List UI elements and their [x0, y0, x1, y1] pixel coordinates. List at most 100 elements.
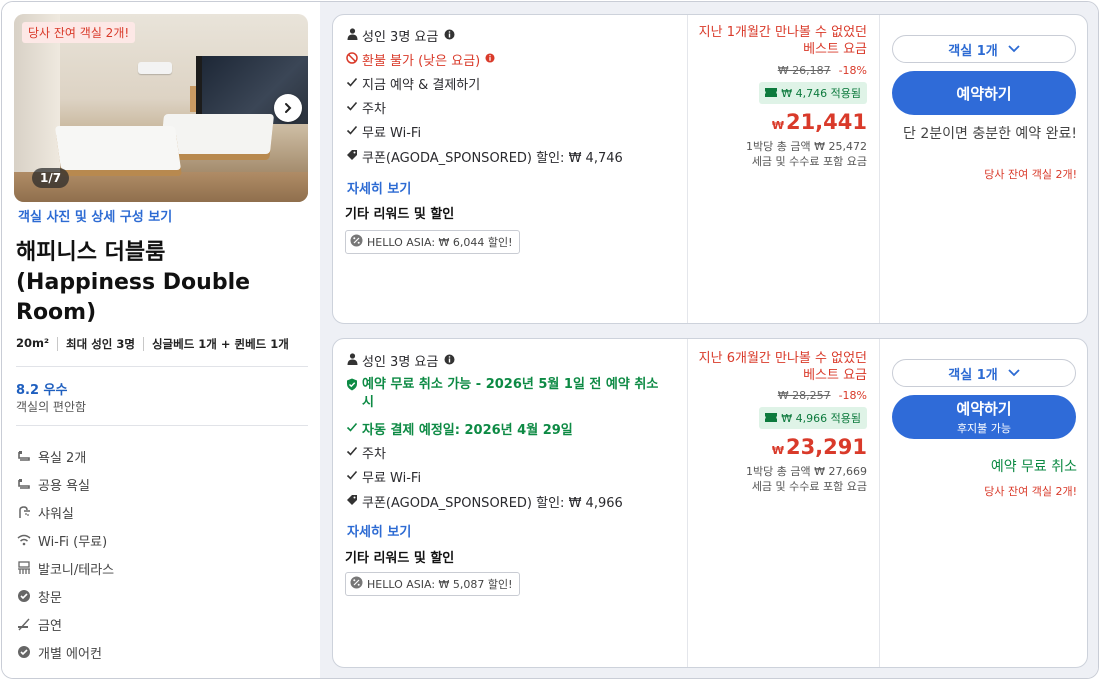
- amenity-item: 금연: [16, 610, 114, 638]
- strikethrough-price: ₩ 26,187: [777, 64, 831, 77]
- room-info-panel: 당사 잔여 객실 2개! 1/7 객실 사진 및 상세 구성 보기 해피니스 더…: [2, 2, 320, 678]
- room-specs: 20m² 최대 성인 3명 싱글베드 1개 + 퀸베드 1개: [16, 336, 312, 352]
- original-price: ₩ 28,257 -18%: [778, 389, 867, 402]
- check-icon: [345, 122, 359, 138]
- tax-note: 세금 및 수수료 포함 요금: [751, 480, 867, 493]
- amenity-item: 샤워실: [16, 498, 114, 526]
- amenity-item: Wi-Fi (무료): [16, 526, 114, 554]
- divider: [16, 366, 308, 367]
- discount-percent: -18%: [838, 64, 867, 77]
- discount-percent: -18%: [838, 389, 867, 402]
- offer-price-column: 지난 6개월간 만나볼 수 없었던 베스트 요금 ₩ 28,257 -18% ₩…: [687, 339, 879, 667]
- amenity-item: 개별 에어컨: [16, 638, 114, 666]
- offer-benefits: 성인 3명 요금 예약 무료 취소 가능 - 2026년 5월 1일 전 예약 …: [333, 339, 687, 667]
- check-icon: [345, 74, 359, 90]
- ban-icon: [345, 50, 359, 66]
- amenity-item: 발코니/테라스: [16, 554, 114, 582]
- best-price-label: 지난 6개월간 만나볼 수 없었던 베스트 요금: [698, 351, 867, 383]
- tag-icon: [345, 492, 359, 508]
- tag-icon: [345, 147, 359, 163]
- benefit-item: 주차: [345, 443, 386, 462]
- coupon-applied-badge: ₩ 4,746 적용됨: [759, 82, 867, 104]
- offer-benefits: 성인 3명 요금 환불 불가 (낮은 요금) 지금 예약 & 결제하기 주차 무…: [333, 15, 687, 323]
- final-price: ₩ 21,441: [771, 110, 867, 134]
- see-details-link[interactable]: 자세히 보기: [347, 521, 411, 540]
- discount-badge-icon: [350, 576, 363, 592]
- check-icon: [345, 443, 359, 459]
- remaining-rooms: 당사 잔여 객실 2개!: [984, 168, 1077, 181]
- price-info: 1박당 총 금액 ₩ 25,472 세금 및 수수료 포함 요금: [746, 139, 867, 169]
- other-rewards-title: 기타 리워드 및 할인: [345, 551, 455, 566]
- chevron-right-icon: [285, 103, 292, 113]
- check-icon: [345, 467, 359, 483]
- offer-booking-column: 객실 1개 예약하기 후지불 가능 예약 무료 취소 당사 잔여 객실 2개!: [879, 339, 1087, 667]
- see-details-link[interactable]: 자세히 보기: [347, 178, 411, 197]
- best-price-label: 지난 1개월간 만나볼 수 없었던 베스트 요금: [698, 25, 867, 57]
- offer-price-column: 지난 1개월간 만나볼 수 없었던 베스트 요금 ₩ 26,187 -18% ₩…: [687, 15, 879, 323]
- room-score-label: 객실의 편안함: [16, 400, 87, 414]
- coupon-line: 쿠폰(AGODA_SPONSORED) 할인: ₩ 4,966: [345, 492, 623, 511]
- quick-booking-note: 단 2분이면 충분한 예약 완료!: [903, 126, 1077, 142]
- amenity-item: 창문: [16, 582, 114, 610]
- check-icon: [345, 98, 359, 114]
- room-photos-link[interactable]: 객실 사진 및 상세 구성 보기: [18, 206, 172, 225]
- shield-check-icon: [345, 376, 359, 392]
- book-button[interactable]: 예약하기: [892, 71, 1076, 115]
- refund-policy: 환불 불가 (낮은 요금): [345, 50, 500, 69]
- next-photo-button[interactable]: [274, 94, 302, 122]
- bath-icon: [16, 448, 32, 464]
- total-per-night: 1박당 총 금액 ₩ 25,472: [746, 140, 867, 153]
- amenity-list: 욕실 2개 공용 욕실 샤워실 Wi-Fi (무료) 발코니/테라스 창문 금연…: [16, 442, 114, 666]
- benefit-item: 무료 Wi-Fi: [345, 122, 421, 141]
- benefit-item: 무료 Wi-Fi: [345, 467, 421, 486]
- urgency-badge: 당사 잔여 객실 2개!: [22, 22, 136, 43]
- autopay-date: 자동 결제 예정일: 2026년 4월 29일: [345, 419, 573, 438]
- check-circle-icon: [16, 644, 32, 660]
- amenity-item: 욕실 2개: [16, 442, 114, 470]
- info-icon[interactable]: [442, 351, 456, 367]
- info-icon[interactable]: [442, 26, 456, 42]
- book-button[interactable]: 예약하기 후지불 가능: [892, 395, 1076, 439]
- original-price: ₩ 26,187 -18%: [778, 64, 867, 77]
- balcony-icon: [16, 560, 32, 576]
- benefit-item: 주차: [345, 98, 386, 117]
- divider: [16, 425, 308, 426]
- person-icon: [345, 26, 359, 42]
- ticket-icon: [765, 412, 778, 425]
- discount-badge-icon: [350, 234, 363, 250]
- check-circle-icon: [16, 588, 32, 604]
- coupon-line: 쿠폰(AGODA_SPONSORED) 할인: ₩ 4,746: [345, 147, 623, 166]
- total-per-night: 1박당 총 금액 ₩ 27,669: [746, 465, 867, 478]
- occupancy-line: 성인 3명 요금: [345, 26, 459, 45]
- room-listing: 당사 잔여 객실 2개! 1/7 객실 사진 및 상세 구성 보기 해피니스 더…: [1, 1, 1099, 679]
- occupancy-line: 성인 3명 요금: [345, 351, 459, 370]
- info-icon[interactable]: [483, 50, 497, 66]
- offers-panel: 성인 3명 요금 환불 불가 (낮은 요금) 지금 예약 & 결제하기 주차 무…: [320, 2, 1098, 678]
- person-icon: [345, 351, 359, 367]
- remaining-rooms: 당사 잔여 객실 2개!: [984, 485, 1077, 498]
- coupon-applied-badge: ₩ 4,966 적용됨: [759, 407, 867, 429]
- rooms-select[interactable]: 객실 1개: [892, 35, 1076, 63]
- amenity-item: 공용 욕실: [16, 470, 114, 498]
- room-score: 8.2 우수: [16, 383, 68, 398]
- price-info: 1박당 총 금액 ₩ 27,669 세금 및 수수료 포함 요금: [746, 464, 867, 494]
- chevron-down-icon: [1008, 45, 1020, 53]
- offer-card: 성인 3명 요금 예약 무료 취소 가능 - 2026년 5월 1일 전 예약 …: [332, 338, 1088, 668]
- pay-later-label: 후지불 가능: [956, 422, 1012, 435]
- ticket-icon: [765, 87, 778, 100]
- chevron-down-icon: [1008, 369, 1020, 377]
- tax-note: 세금 및 수수료 포함 요금: [751, 155, 867, 168]
- photo-counter: 1/7: [32, 168, 70, 188]
- bed-config: 싱글베드 1개 + 퀸베드 1개: [151, 337, 289, 351]
- final-price: ₩ 23,291: [771, 435, 867, 459]
- other-rewards-title: 기타 리워드 및 할인: [345, 207, 455, 222]
- rooms-select[interactable]: 객실 1개: [892, 359, 1076, 387]
- promo-chip: HELLO ASIA: ₩ 5,087 할인!: [345, 572, 520, 596]
- bath-icon: [16, 476, 32, 492]
- room-size: 20m²: [16, 336, 50, 350]
- benefit-item: 지금 예약 & 결제하기: [345, 74, 480, 93]
- free-cancellation-policy: 예약 무료 취소 가능 - 2026년 5월 1일 전 예약 취소 시: [345, 376, 665, 412]
- strikethrough-price: ₩ 28,257: [777, 389, 831, 402]
- promo-chip: HELLO ASIA: ₩ 6,044 할인!: [345, 230, 520, 254]
- room-photo[interactable]: 당사 잔여 객실 2개! 1/7: [14, 14, 308, 202]
